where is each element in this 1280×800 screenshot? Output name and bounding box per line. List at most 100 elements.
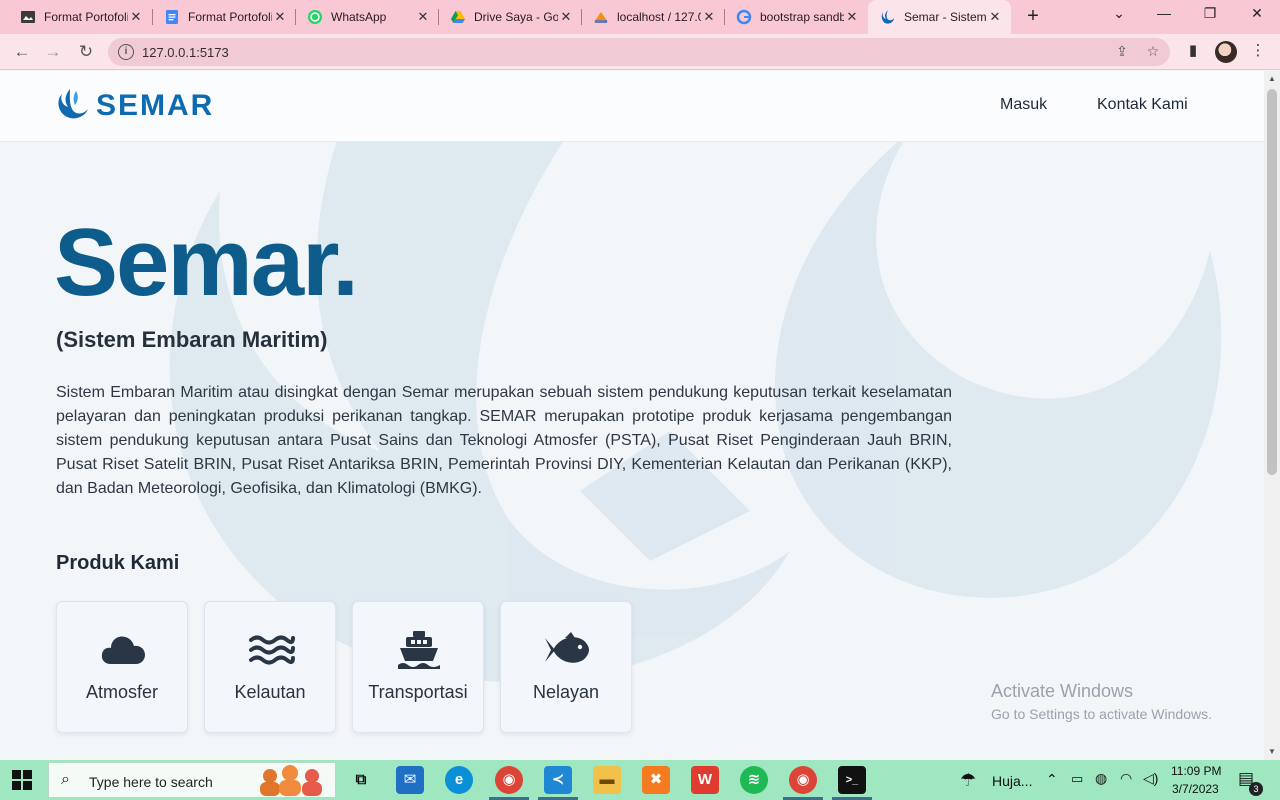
product-label: Atmosfer [85, 682, 159, 702]
menu-kebab-icon[interactable]: ⋮ [1247, 41, 1269, 63]
page-scrollbar[interactable]: ▲ ▼ [1264, 71, 1280, 760]
close-icon[interactable]: ✕ [272, 9, 288, 25]
google-docs-icon [164, 9, 180, 25]
water-waves-icon [249, 635, 295, 665]
vscode-icon[interactable]: ≺ [544, 766, 572, 794]
bookmark-star-icon[interactable]: ☆ [1144, 43, 1162, 61]
tab-label: bootstrap sandbox [760, 10, 844, 24]
activate-windows-watermark: Activate Windows Go to Settings to activ… [991, 681, 1212, 722]
reload-icon[interactable]: ↻ [74, 40, 98, 64]
tab-search-chevron-icon[interactable]: ⌄ [1105, 5, 1133, 27]
whatsapp-icon [307, 9, 323, 25]
site-info-icon[interactable]: i [118, 44, 134, 60]
product-label: Nelayan [532, 682, 600, 702]
product-label: Kelautan [234, 682, 306, 702]
activate-title: Activate Windows [991, 681, 1134, 701]
activate-subtitle: Go to Settings to activate Windows. [991, 706, 1212, 722]
ship-icon [398, 631, 440, 669]
tab-semar[interactable]: Semar - Sistem Embaran Maritim ✕ [868, 0, 1011, 34]
google-icon [736, 9, 752, 25]
product-card-transportasi[interactable]: Transportasi [352, 601, 484, 733]
back-arrow-icon[interactable]: ← [10, 40, 34, 64]
windows-taskbar: ⌕ Type here to search ⧉ ✉ e ◉ ≺ ▬ ✖ W ≋ … [0, 760, 1280, 800]
side-panel-icon[interactable]: ▮ [1182, 41, 1204, 63]
notification-badge: 3 [1249, 782, 1263, 796]
close-icon[interactable]: ✕ [128, 9, 144, 25]
logo-text: SEMAR [96, 89, 215, 122]
fish-icon [545, 632, 589, 663]
close-icon[interactable]: ✕ [844, 9, 860, 25]
close-icon[interactable]: ✕ [701, 9, 717, 25]
tab-label: Format Portofolio [44, 10, 128, 24]
close-icon[interactable]: ✕ [558, 9, 574, 25]
tab-label: localhost / 127.0.0.1 [617, 10, 701, 24]
chrome-profile-icon[interactable]: ◉ [789, 766, 817, 794]
network-status-icon[interactable]: ◍ [1095, 770, 1107, 787]
tray-chevron-icon[interactable]: ⌃ [1046, 771, 1058, 788]
mail-icon[interactable]: ✉ [396, 766, 424, 794]
scroll-up-icon[interactable]: ▲ [1264, 71, 1280, 87]
semar-logo-icon [58, 89, 88, 119]
tab-format-portofolio-2[interactable]: Format Portofolio ✕ [152, 0, 296, 34]
wifi-icon[interactable]: ◠ [1120, 770, 1132, 787]
tab-label: WhatsApp [331, 10, 387, 24]
search-placeholder: Type here to search [89, 774, 213, 790]
hero-subtitle: (Sistem Embaran Maritim) [56, 327, 328, 352]
restore-icon[interactable]: ❐ [1196, 5, 1224, 27]
tab-phpmyadmin[interactable]: localhost / 127.0.0.1 ✕ [581, 0, 725, 34]
tab-google-drive[interactable]: Drive Saya - Google Drive ✕ [438, 0, 582, 34]
scroll-thumb[interactable] [1267, 89, 1277, 475]
volume-icon[interactable]: ◁) [1143, 770, 1158, 787]
tab-format-portofolio-1[interactable]: Format Portofolio ✕ [8, 0, 152, 34]
new-tab-button[interactable]: + [1022, 6, 1044, 28]
phpmyadmin-icon [593, 9, 609, 25]
window-close-icon[interactable]: ✕ [1243, 5, 1271, 27]
clock-time[interactable]: 11:09 PM [1171, 764, 1221, 778]
battery-icon[interactable]: ▭ [1071, 771, 1083, 787]
product-card-atmosfer[interactable]: Atmosfer [56, 601, 188, 733]
search-highlight-people-icon [260, 765, 322, 796]
address-bar[interactable]: i 127.0.0.1:5173 ⇪ ☆ [108, 38, 1170, 66]
file-explorer-icon[interactable]: ▬ [593, 766, 621, 794]
nav-link-login[interactable]: Masuk [1000, 96, 1047, 114]
share-icon[interactable]: ⇪ [1113, 43, 1131, 61]
tab-label: Format Portofolio [188, 10, 272, 24]
forward-arrow-icon[interactable]: → [41, 40, 65, 64]
clock-date[interactable]: 3/7/2023 [1172, 782, 1219, 796]
chrome-icon[interactable]: ◉ [495, 766, 523, 794]
minimize-icon[interactable]: — [1150, 5, 1178, 27]
spotify-icon[interactable]: ≋ [740, 766, 768, 794]
hero-title: Semar. [54, 209, 359, 316]
profile-avatar[interactable] [1215, 41, 1237, 63]
close-icon[interactable]: ✕ [987, 9, 1003, 25]
tab-bootstrap-sandbox[interactable]: bootstrap sandbox ✕ [724, 0, 868, 34]
semar-icon [880, 9, 896, 25]
windows-start-icon[interactable] [12, 770, 32, 790]
products-section-title: Produk Kami [56, 552, 180, 574]
search-icon: ⌕ [61, 771, 70, 788]
cloud-icon [101, 636, 145, 664]
tab-label: Semar - Sistem Embaran Maritim [904, 10, 987, 24]
close-icon[interactable]: ✕ [415, 9, 431, 25]
edge-icon[interactable]: e [445, 766, 473, 794]
photo-doc-icon [20, 9, 36, 25]
page-viewport: SEMAR Masuk Kontak Kami Semar. (Sistem E… [0, 71, 1264, 760]
browser-toolbar: ← → ↻ i 127.0.0.1:5173 ⇪ ☆ ▮ ⋮ [0, 34, 1280, 70]
weather-text[interactable]: Huja... [992, 773, 1032, 789]
task-view-icon[interactable]: ⧉ [347, 766, 375, 794]
tab-label: Drive Saya - Google Drive [474, 10, 558, 24]
site-navbar: SEMAR Masuk Kontak Kami [0, 71, 1264, 142]
nav-link-contact[interactable]: Kontak Kami [1097, 96, 1188, 114]
tab-whatsapp[interactable]: WhatsApp ✕ [295, 0, 439, 34]
product-card-kelautan[interactable]: Kelautan [204, 601, 336, 733]
site-logo[interactable]: SEMAR [56, 87, 214, 125]
terminal-icon[interactable]: >_ [838, 766, 866, 794]
scroll-down-icon[interactable]: ▼ [1264, 744, 1280, 760]
product-label: Transportasi [368, 682, 468, 702]
url-text[interactable]: 127.0.0.1:5173 [142, 45, 229, 60]
browser-tab-strip: Format Portofolio ✕ Format Portofolio ✕ … [0, 0, 1280, 34]
weather-rain-icon[interactable]: ☂ [960, 770, 976, 791]
product-card-nelayan[interactable]: Nelayan [500, 601, 632, 733]
xampp-icon[interactable]: ✖ [642, 766, 670, 794]
wps-office-icon[interactable]: W [691, 766, 719, 794]
